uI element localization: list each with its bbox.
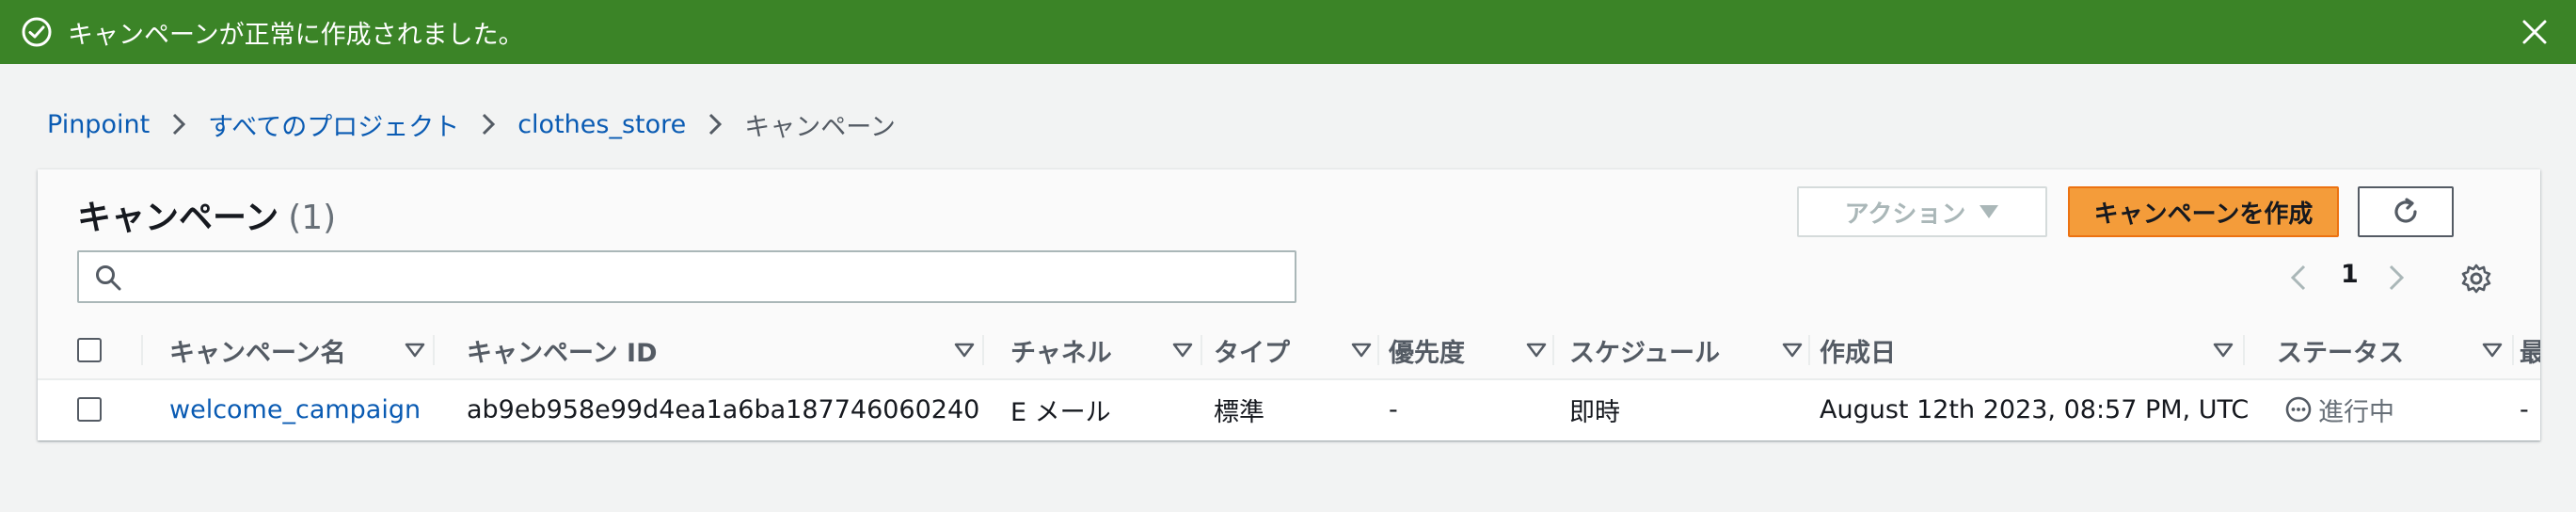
refresh-button[interactable] (2358, 186, 2454, 237)
column-divider (141, 335, 143, 365)
breadcrumb-link-project[interactable]: clothes_store (517, 110, 686, 139)
chevron-right-icon[interactable] (2382, 252, 2410, 303)
chevron-left-icon[interactable] (2284, 252, 2313, 303)
column-label: 優先度 (1389, 338, 1465, 368)
column-header-last[interactable]: 最 (2520, 322, 2540, 378)
column-divider (1201, 335, 1202, 365)
title-text: キャンペーン (77, 199, 279, 237)
table-header: キャンペーン名 キャンペーン ID チャネル タイプ 優先度 スケジュール 作成… (38, 322, 2540, 380)
column-divider (2243, 335, 2245, 365)
column-header-schedule[interactable]: スケジュール (1569, 322, 1803, 378)
flash-message: キャンペーンが正常に作成されました。 (68, 20, 524, 50)
column-header-campaign-id[interactable]: キャンペーン ID (467, 322, 975, 378)
sort-caret-icon (1351, 343, 1372, 358)
gear-icon[interactable] (2459, 262, 2493, 296)
column-header-type[interactable]: タイプ (1214, 322, 1372, 378)
column-label: スケジュール (1569, 338, 1721, 368)
success-flashbar: キャンペーンが正常に作成されました。 (0, 0, 2576, 64)
sort-caret-icon (1526, 343, 1547, 358)
column-divider (433, 335, 435, 365)
sort-caret-icon (2213, 343, 2234, 358)
breadcrumb-link-pinpoint[interactable]: Pinpoint (47, 110, 150, 139)
priority-cell: - (1389, 394, 1398, 424)
row-checkbox[interactable] (77, 380, 102, 439)
last-cell: - (2520, 394, 2529, 424)
campaign-id-cell: ab9eb958e99d4ea1a6ba187746060240 (467, 394, 980, 424)
page-number[interactable]: 1 (2341, 260, 2359, 289)
chevron-right-icon (476, 112, 501, 136)
table-row: welcome_campaign ab9eb958e99d4ea1a6ba187… (38, 380, 2540, 439)
status-cell: 進行中 (2284, 380, 2394, 439)
column-label: タイプ (1214, 338, 1290, 368)
in-progress-icon (2284, 395, 2313, 424)
check-circle-icon (21, 16, 53, 48)
select-all-checkbox[interactable] (77, 322, 102, 378)
campaign-count: (1) (288, 199, 337, 237)
panel-header: キャンペーン (1) アクション キャンペーンを作成 1 (38, 169, 2540, 323)
column-label: キャンペーン名 (169, 338, 346, 368)
column-divider (1552, 335, 1554, 365)
column-header-channel[interactable]: チャネル (1010, 322, 1193, 378)
search-field[interactable] (77, 250, 1296, 303)
column-divider (982, 335, 984, 365)
page-title: キャンペーン (1) (77, 190, 336, 239)
created-date-cell: August 12th 2023, 08:57 PM, UTC (1820, 394, 2250, 424)
caret-down-icon (1979, 204, 1999, 219)
campaigns-panel: キャンペーン (1) アクション キャンペーンを作成 1 キャンペーン名 キャン… (38, 169, 2540, 440)
campaign-name-link[interactable]: welcome_campaign (169, 380, 421, 439)
sort-caret-icon (954, 343, 975, 358)
column-label: キャンペーン ID (467, 338, 658, 368)
actions-label: アクション (1844, 200, 1966, 229)
chevron-right-icon (703, 112, 727, 136)
sort-caret-icon (2482, 343, 2503, 358)
column-header-status[interactable]: ステータス (2277, 322, 2503, 378)
column-divider (2512, 335, 2514, 365)
refresh-icon (2390, 196, 2422, 228)
column-label: 作成日 (1820, 338, 1896, 368)
chevron-right-icon (167, 112, 191, 136)
channel-cell: E メール (1010, 397, 1111, 427)
column-label: チャネル (1010, 338, 1112, 368)
sort-caret-icon (1172, 343, 1193, 358)
column-divider (1377, 335, 1379, 365)
column-label: 最 (2520, 338, 2540, 368)
column-header-created[interactable]: 作成日 (1820, 322, 2234, 378)
create-campaign-button[interactable]: キャンペーンを作成 (2068, 186, 2339, 237)
breadcrumb-current: キャンペーン (744, 112, 896, 142)
column-divider (1808, 335, 1810, 365)
status-label: 進行中 (2318, 397, 2394, 427)
schedule-cell: 即時 (1569, 397, 1620, 427)
column-header-priority[interactable]: 優先度 (1389, 322, 1547, 378)
column-header-campaign-name[interactable]: キャンペーン名 (169, 322, 425, 378)
column-label: ステータス (2277, 338, 2404, 368)
search-icon (94, 264, 122, 292)
type-cell: 標準 (1214, 397, 1264, 427)
actions-dropdown-button[interactable]: アクション (1797, 186, 2047, 237)
close-icon[interactable] (2516, 13, 2553, 51)
search-input[interactable] (132, 256, 1283, 299)
sort-caret-icon (405, 343, 425, 358)
sort-caret-icon (1782, 343, 1803, 358)
breadcrumb-link-all-projects[interactable]: すべてのプロジェクト (208, 106, 459, 143)
breadcrumb: Pinpoint すべてのプロジェクト clothes_store キャンペーン (47, 104, 896, 145)
